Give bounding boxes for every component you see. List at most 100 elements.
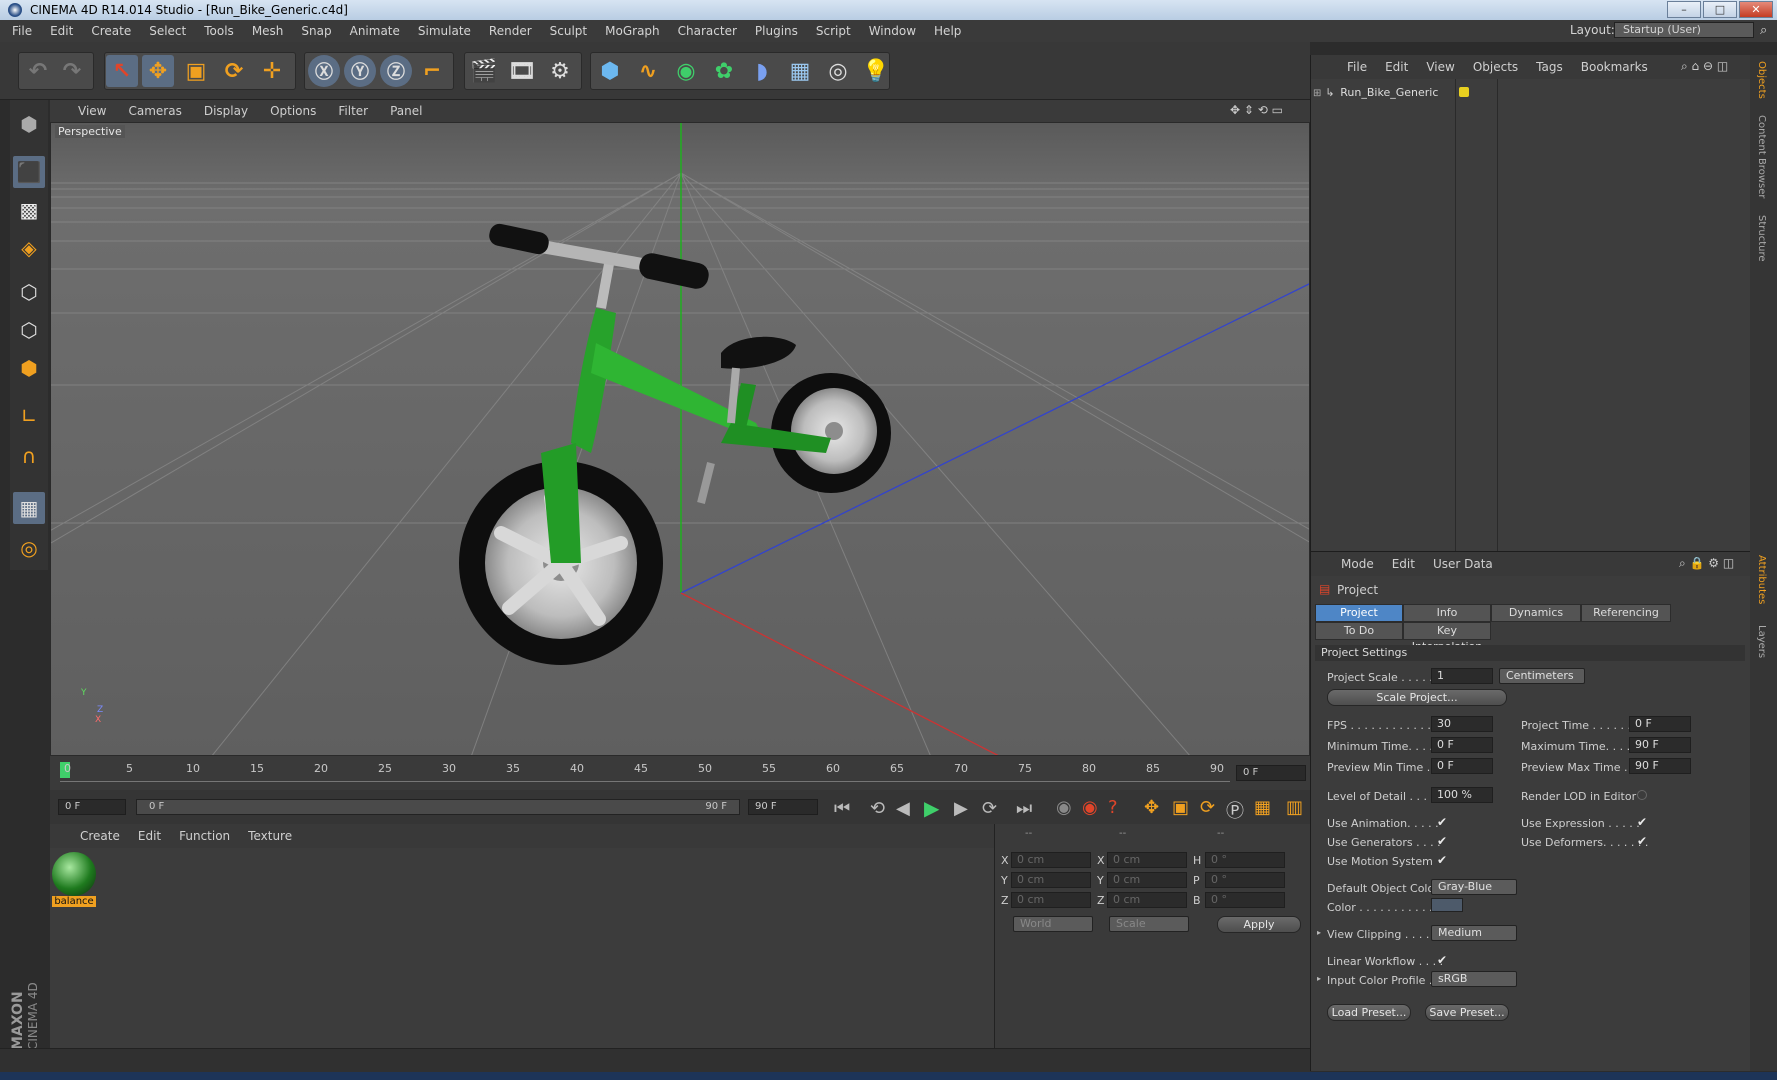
coordinate-system-icon[interactable]: ⌐ <box>416 55 448 87</box>
axis-icon[interactable]: ∟ <box>13 400 45 432</box>
help-key-icon[interactable]: ? <box>1108 797 1118 818</box>
step-forward-icon[interactable]: ▶ <box>954 798 968 819</box>
preview-min-time-field[interactable]: 0 F <box>1431 758 1493 774</box>
view-clipping-dropdown[interactable]: Medium <box>1431 925 1517 941</box>
menu-edit[interactable]: Edit <box>50 24 73 38</box>
move-icon[interactable]: ✥ <box>142 55 174 87</box>
menu-create[interactable]: Create <box>91 24 131 38</box>
menu-simulate[interactable]: Simulate <box>418 24 471 38</box>
workplane-icon[interactable]: ◈ <box>13 232 45 264</box>
use-deformers-checkbox[interactable]: ✔ <box>1637 834 1647 848</box>
rotate-icon[interactable]: ⟳ <box>218 55 250 87</box>
camera-icon[interactable]: ◎ <box>822 55 854 87</box>
grid-lock-icon[interactable]: ▦ <box>13 492 45 524</box>
viewport-menu-cameras[interactable]: Cameras <box>128 104 181 118</box>
menu-animate[interactable]: Animate <box>350 24 400 38</box>
tab-to-do[interactable]: To Do <box>1315 622 1403 640</box>
coord-rot-b-field[interactable]: 0 ° <box>1205 892 1285 908</box>
maximum-time-field[interactable]: 90 F <box>1629 737 1691 753</box>
render-lod-checkbox[interactable] <box>1637 790 1647 800</box>
coord-pos-x-field[interactable]: 0 cm <box>1011 852 1091 868</box>
coord-rot-h-field[interactable]: 0 ° <box>1205 852 1285 868</box>
input-color-profile-expand-icon[interactable]: ▸ <box>1317 974 1321 983</box>
side-tab-structure[interactable]: Structure <box>1756 215 1767 262</box>
z-axis-icon[interactable]: Ⓩ <box>380 55 412 87</box>
coord-size-y-field[interactable]: 0 cm <box>1107 872 1187 888</box>
minimize-button[interactable]: – <box>1667 1 1701 18</box>
autokey-icon[interactable]: ◉ <box>1082 797 1098 818</box>
use-motion-system-checkbox[interactable]: ✔ <box>1437 853 1447 867</box>
side-tab-content-browser[interactable]: Content Browser <box>1756 115 1767 198</box>
side-tab-objects[interactable]: Objects <box>1756 61 1767 99</box>
menu-render[interactable]: Render <box>489 24 532 38</box>
texture-mode-icon[interactable]: ▩ <box>13 194 45 226</box>
maximize-button[interactable]: □ <box>1703 1 1737 18</box>
object-menu-file[interactable]: File <box>1347 60 1367 74</box>
attr-menu-mode[interactable]: Mode <box>1341 557 1374 571</box>
key-rotation-icon[interactable]: ⟳ <box>1200 797 1215 818</box>
object-menu-objects[interactable]: Objects <box>1473 60 1518 74</box>
project-time-field[interactable]: 0 F <box>1629 716 1691 732</box>
key-pla-icon[interactable]: ▦ <box>1254 797 1271 818</box>
points-mode-icon[interactable]: ⬡ <box>13 276 45 308</box>
save-preset-button[interactable]: Save Preset... <box>1425 1004 1509 1021</box>
menu-snap[interactable]: Snap <box>301 24 331 38</box>
color-swatch[interactable] <box>1431 898 1463 912</box>
key-scale-icon[interactable]: ▣ <box>1172 797 1189 818</box>
viewport-menu-view[interactable]: View <box>78 104 106 118</box>
material-menu-edit[interactable]: Edit <box>138 829 161 843</box>
menu-file[interactable]: File <box>12 24 32 38</box>
menu-select[interactable]: Select <box>149 24 186 38</box>
use-animation-checkbox[interactable]: ✔ <box>1437 815 1447 829</box>
attr-menu-user-data[interactable]: User Data <box>1433 557 1493 571</box>
scale-icon[interactable]: ▣ <box>180 55 212 87</box>
load-preset-button[interactable]: Load Preset... <box>1327 1004 1411 1021</box>
apply-button[interactable]: Apply <box>1217 916 1301 933</box>
viewport-menu-filter[interactable]: Filter <box>338 104 368 118</box>
level-of-detail-field[interactable]: 100 % <box>1431 787 1493 803</box>
keyframe-record-icon[interactable]: ◉ <box>1056 797 1072 818</box>
add-icon[interactable]: ✛ <box>256 55 288 87</box>
object-menu-view[interactable]: View <box>1426 60 1454 74</box>
end-frame-field[interactable]: 90 F <box>748 799 818 815</box>
repeat-icon[interactable]: ⟳ <box>982 798 997 819</box>
material-swatch[interactable]: balance <box>52 852 96 907</box>
object-menu-edit[interactable]: Edit <box>1385 60 1408 74</box>
linear-workflow-checkbox[interactable]: ✔ <box>1437 953 1447 967</box>
redo-icon[interactable]: ↷ <box>56 55 88 87</box>
render-view-icon[interactable]: 🎬 <box>468 55 500 87</box>
undo-icon[interactable]: ↶ <box>22 55 54 87</box>
coord-mode-dropdown[interactable]: Scale <box>1109 916 1189 932</box>
edges-mode-icon[interactable]: ⬡ <box>13 314 45 346</box>
magnet-icon[interactable]: ∩ <box>13 440 45 472</box>
input-color-profile-dropdown[interactable]: sRGB <box>1431 971 1517 987</box>
tab-dynamics[interactable]: Dynamics <box>1491 604 1581 622</box>
viewport-menu-panel[interactable]: Panel <box>390 104 422 118</box>
visibility-dot-icon[interactable] <box>1459 87 1469 97</box>
current-frame-field[interactable]: 0 F <box>1236 765 1306 781</box>
layout-select[interactable]: Startup (User) <box>1614 22 1754 38</box>
side-tab-layers[interactable]: Layers <box>1756 625 1767 658</box>
object-search-icon[interactable]: ⌕ ⌂ ⊖ ◫ <box>1681 59 1728 74</box>
go-to-end-icon[interactable]: ⏭ <box>1016 798 1032 819</box>
timeline-editor-icon[interactable]: ▥ <box>1286 797 1303 818</box>
material-menu-function[interactable]: Function <box>179 829 230 843</box>
play-icon[interactable]: ▶ <box>924 796 939 820</box>
menu-mograph[interactable]: MoGraph <box>605 24 660 38</box>
array-icon[interactable]: ✿ <box>708 55 740 87</box>
menu-tools[interactable]: Tools <box>204 24 234 38</box>
coord-size-x-field[interactable]: 0 cm <box>1107 852 1187 868</box>
snap-icon[interactable]: ◎ <box>13 532 45 564</box>
coord-size-z-field[interactable]: 0 cm <box>1107 892 1187 908</box>
model-mode-icon[interactable]: ⬛ <box>13 156 45 188</box>
live-selection-icon[interactable]: ↖ <box>106 55 138 87</box>
tab-project-settings[interactable]: Project Settings <box>1315 604 1403 635</box>
scale-project-button[interactable]: Scale Project... <box>1327 689 1507 706</box>
coord-pos-y-field[interactable]: 0 cm <box>1011 872 1091 888</box>
step-back-icon[interactable]: ◀ <box>896 798 910 819</box>
default-object-color-dropdown[interactable]: Gray-Blue <box>1431 879 1517 895</box>
tab-info[interactable]: Info <box>1403 604 1491 622</box>
material-menu-texture[interactable]: Texture <box>248 829 292 843</box>
viewport-menu-display[interactable]: Display <box>204 104 248 118</box>
loop-icon[interactable]: ⟲ <box>870 798 885 819</box>
